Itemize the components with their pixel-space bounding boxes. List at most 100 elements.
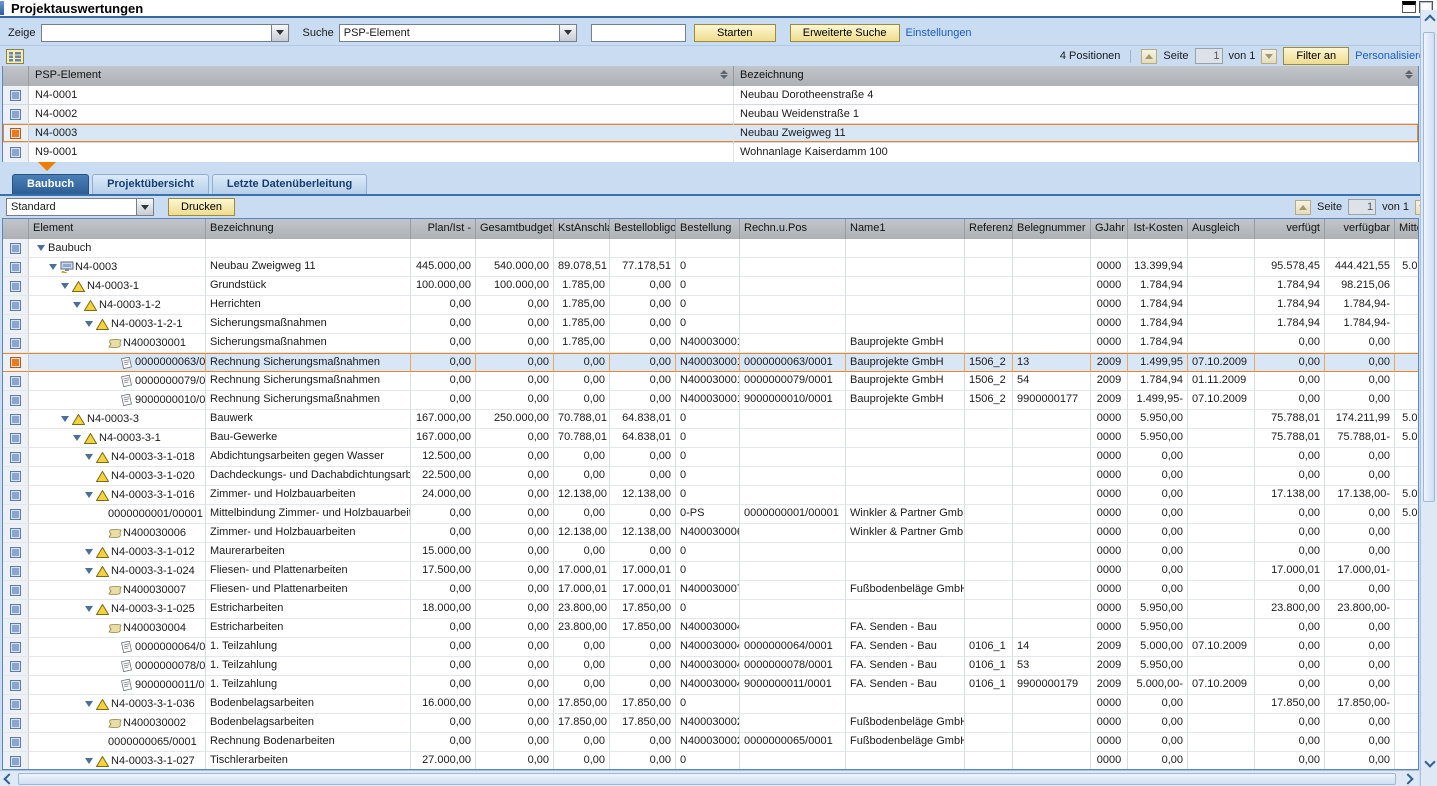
row-selector-cell[interactable] [3, 486, 29, 505]
table-row[interactable]: N4-0003-3-1-016Zimmer- und Holzbauarbeit… [3, 486, 1418, 505]
row-selector[interactable] [10, 566, 21, 577]
table-row[interactable]: N4-0003-1-2-1Sicherungsmaßnahmen0,000,00… [3, 315, 1418, 334]
column-header[interactable]: Plan/Ist - [411, 219, 476, 239]
row-selector-cell[interactable] [3, 448, 29, 467]
expand-icon[interactable] [49, 264, 57, 270]
expand-icon[interactable] [85, 568, 93, 574]
expand-icon[interactable] [73, 435, 81, 441]
row-selector-cell[interactable] [3, 296, 29, 315]
row-selector-cell[interactable] [3, 143, 29, 162]
expand-icon[interactable] [85, 606, 93, 612]
table-row[interactable]: 0000000078/00011. Teilzahlung0,000,000,0… [3, 657, 1418, 676]
row-selector[interactable] [10, 376, 21, 387]
row-selector-cell[interactable] [3, 524, 29, 543]
expand-icon[interactable] [37, 245, 45, 251]
row-selector[interactable] [10, 243, 21, 254]
view-dropdown[interactable]: Standard [6, 198, 154, 216]
row-selector-cell[interactable] [3, 543, 29, 562]
erweiterte-suche-button[interactable]: Erweiterte Suche [790, 24, 900, 42]
column-header-bezeichnung[interactable]: Bezeichnung [734, 66, 1418, 86]
suche-dropdown[interactable]: PSP-Element [339, 24, 577, 42]
row-selector-cell[interactable] [3, 581, 29, 600]
row-selector[interactable] [10, 433, 21, 444]
column-header[interactable]: Bezeichnung [206, 219, 411, 239]
table-row[interactable]: N4-0003Neubau Zweigweg 11445.000,00540.0… [3, 258, 1418, 277]
table-row[interactable]: N9-0001Wohnanlage Kaiserdamm 100 [3, 143, 1418, 162]
zeige-dropdown-value[interactable] [41, 24, 271, 42]
table-row[interactable]: N400030002Bodenbelagsarbeiten0,000,0017.… [3, 714, 1418, 733]
expand-icon[interactable] [85, 758, 93, 764]
minimize-icon[interactable] [1402, 1, 1416, 13]
table-settings-icon[interactable] [6, 49, 24, 64]
table-row[interactable]: 0000000064/00011. Teilzahlung0,000,000,0… [3, 638, 1418, 657]
row-selector[interactable] [10, 147, 21, 158]
table-row[interactable]: N400030007Fliesen- und Plattenarbeiten0,… [3, 581, 1418, 600]
suche-dropdown-value[interactable]: PSP-Element [339, 24, 559, 42]
sort-icon[interactable] [720, 70, 728, 79]
row-selector-cell[interactable] [3, 600, 29, 619]
scroll-down-icon[interactable] [1424, 756, 1435, 767]
row-selector[interactable] [10, 623, 21, 634]
expand-icon[interactable] [73, 302, 81, 308]
search-input[interactable] [591, 24, 686, 42]
row-selector-cell[interactable] [3, 372, 29, 391]
column-header-psp-element[interactable]: PSP-Element [29, 66, 734, 86]
table-row[interactable]: N4-0003-1Grundstück100.000,00100.000,001… [3, 277, 1418, 296]
column-header[interactable]: Referenz [965, 219, 1013, 239]
page-up-button[interactable] [1295, 200, 1311, 215]
table-row[interactable]: N4-0003-3-1Bau-Gewerke167.000,000,0070.7… [3, 429, 1418, 448]
row-selector-cell[interactable] [3, 105, 29, 123]
table-row[interactable]: 0000000063/0001Rechnung Sicherungsmaßnah… [3, 353, 1418, 372]
page-up-button[interactable] [1141, 49, 1157, 64]
column-header[interactable]: verfügbar [1325, 219, 1395, 239]
column-header[interactable]: Bestellung [676, 219, 740, 239]
row-selector-cell[interactable] [3, 277, 29, 296]
row-selector-cell[interactable] [3, 657, 29, 676]
horizontal-scrollbar-thumb[interactable] [18, 773, 1396, 785]
row-selector[interactable] [10, 680, 21, 691]
scroll-right-icon[interactable] [1402, 773, 1413, 784]
row-selector[interactable] [10, 452, 21, 463]
drucken-button[interactable]: Drucken [168, 198, 235, 216]
row-selector[interactable] [10, 528, 21, 539]
scroll-up-icon[interactable] [1424, 14, 1435, 25]
expand-icon[interactable] [85, 454, 93, 460]
row-selector-cell[interactable] [3, 714, 29, 733]
row-selector[interactable] [10, 109, 21, 120]
row-selector[interactable] [10, 357, 21, 368]
column-header[interactable]: verfügt [1255, 219, 1325, 239]
column-header[interactable]: Ausgleich [1188, 219, 1255, 239]
table-row[interactable]: N4-0003-3-1-020Dachdeckungs- und Dachabd… [3, 467, 1418, 486]
table-row[interactable]: N4-0003-3Bauwerk167.000,00250.000,0070.7… [3, 410, 1418, 429]
row-selector-cell[interactable] [3, 429, 29, 448]
filter-toggle-button[interactable]: Filter an [1283, 47, 1349, 65]
zeige-dropdown-button[interactable] [271, 24, 289, 42]
table-row[interactable]: N4-0003-3-1-012Maurerarbeiten15.000,000,… [3, 543, 1418, 562]
row-selector[interactable] [10, 604, 21, 615]
page-number-input[interactable] [1195, 48, 1223, 64]
expand-icon[interactable] [85, 701, 93, 707]
column-header[interactable]: Bestellobligo [610, 219, 676, 239]
zeige-dropdown[interactable] [41, 24, 289, 42]
column-header[interactable]: GJahr [1091, 219, 1128, 239]
table-row[interactable]: N4-0002Neubau Weidenstraße 1 [3, 105, 1418, 124]
row-selector-cell[interactable] [3, 638, 29, 657]
table-row[interactable]: N400030001Sicherungsmaßnahmen0,000,001.7… [3, 334, 1418, 353]
table-row[interactable]: Baubuch [3, 239, 1418, 258]
column-header[interactable]: Name1 [846, 219, 965, 239]
expand-icon[interactable] [85, 321, 93, 327]
column-header[interactable]: Belegnummer [1013, 219, 1091, 239]
expand-icon[interactable] [85, 549, 93, 555]
expand-icon[interactable] [61, 283, 69, 289]
row-selector[interactable] [10, 490, 21, 501]
row-selector-cell[interactable] [3, 676, 29, 695]
row-selector[interactable] [10, 756, 21, 767]
tab-letzte-datenueberleitung[interactable]: Letzte Datenüberleitung [212, 174, 367, 194]
table-row[interactable]: N4-0003-3-1-036Bodenbelagsarbeiten16.000… [3, 695, 1418, 714]
row-selector[interactable] [10, 414, 21, 425]
column-header[interactable]: Ist-Kosten [1128, 219, 1188, 239]
row-selector-cell[interactable] [3, 124, 29, 142]
table-row[interactable]: N4-0003-3-1-024Fliesen- und Plattenarbei… [3, 562, 1418, 581]
page-number-input[interactable] [1348, 199, 1376, 215]
row-selector-cell[interactable] [3, 619, 29, 638]
